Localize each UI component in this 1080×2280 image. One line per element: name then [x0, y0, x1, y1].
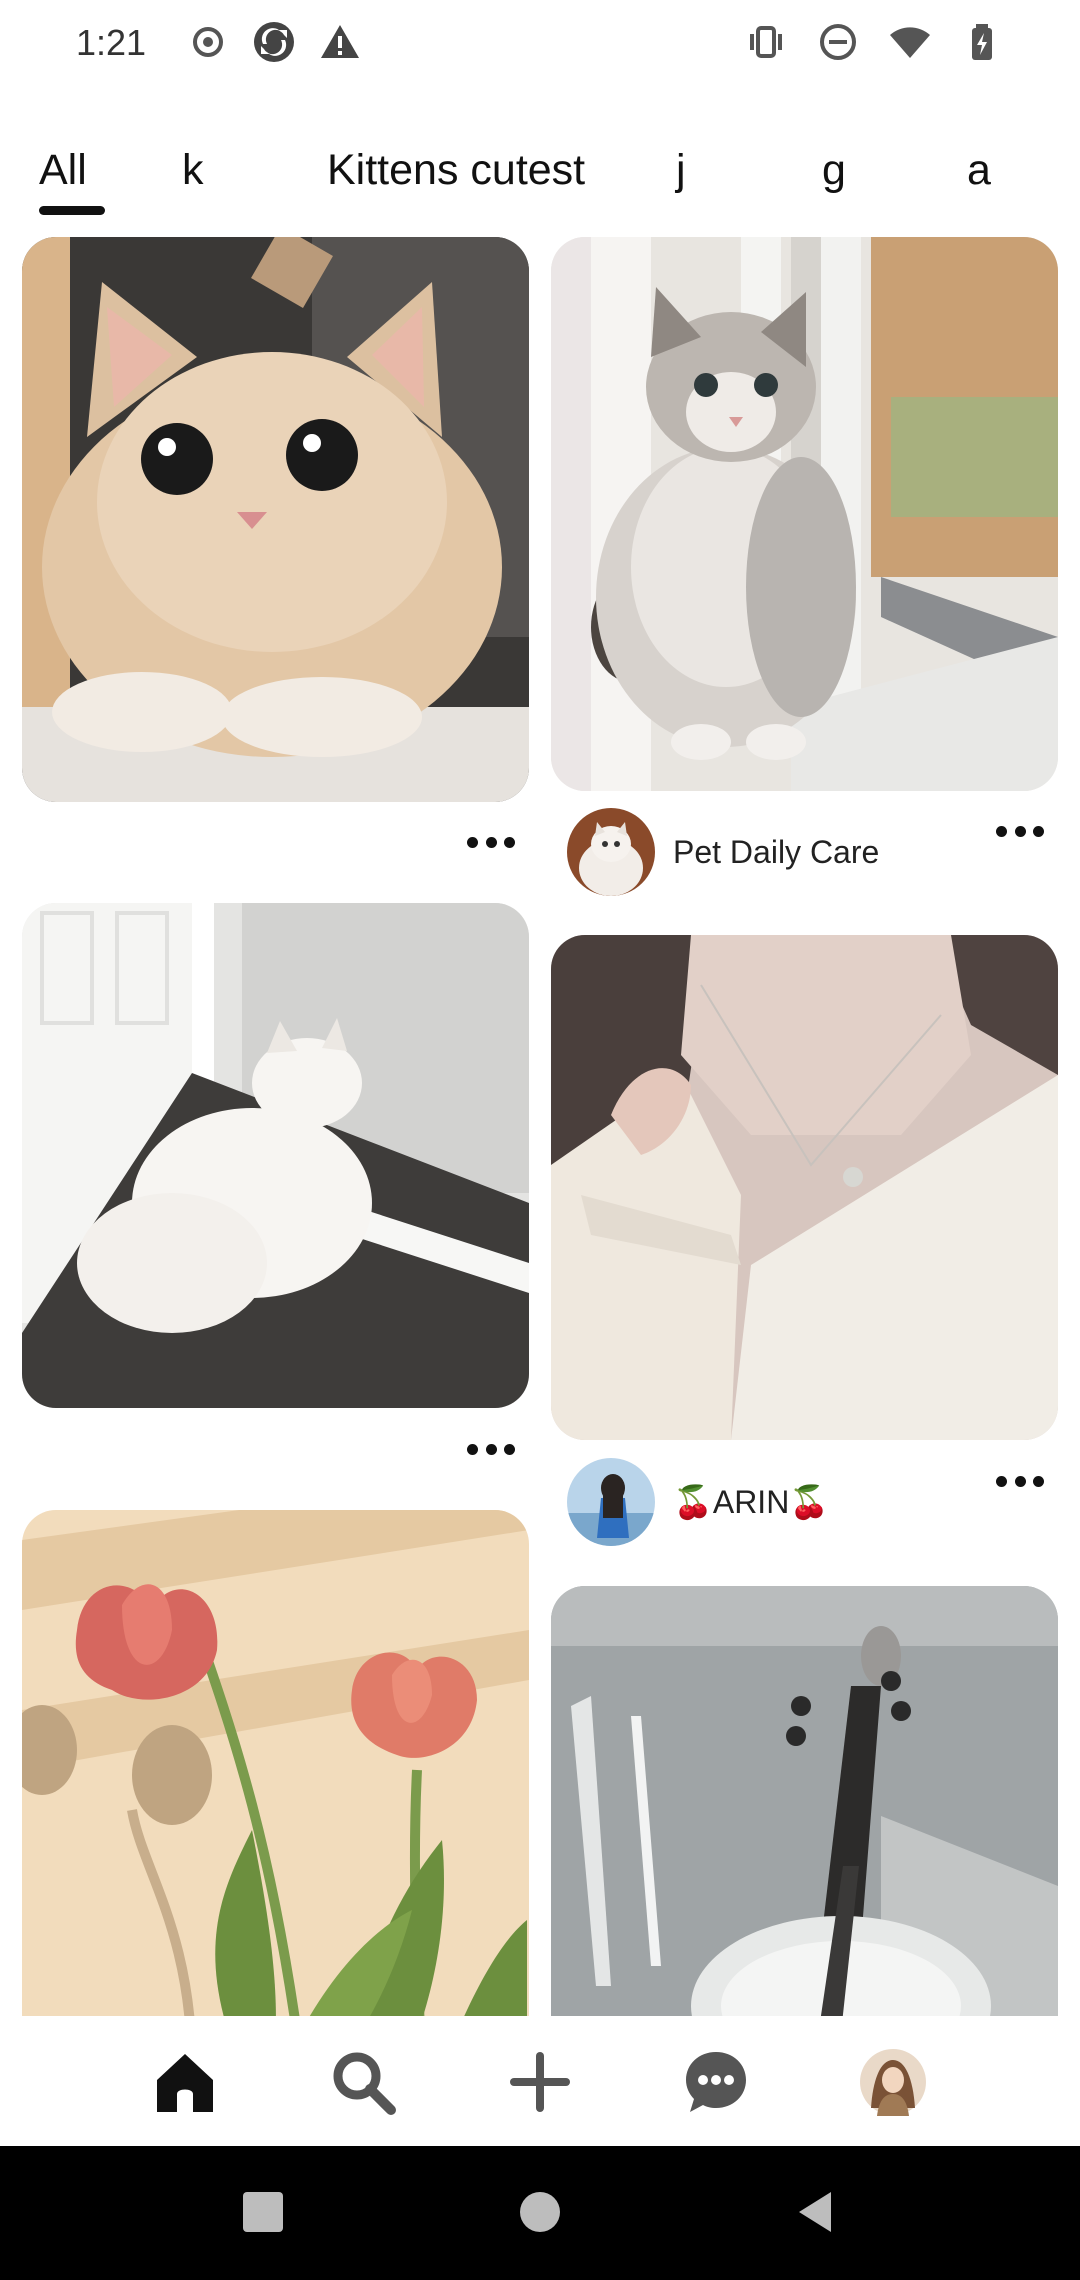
- kitten-image: [22, 237, 529, 802]
- pin-author[interactable]: 🍒ARIN🍒: [567, 1458, 829, 1546]
- author-name: 🍒ARIN🍒: [673, 1484, 830, 1520]
- nav-create[interactable]: [504, 2046, 576, 2118]
- author-name: Pet Daily Care: [673, 833, 880, 870]
- author-avatar[interactable]: [567, 1458, 655, 1546]
- nav-search[interactable]: [327, 2046, 399, 2118]
- more-options-icon[interactable]: [996, 823, 1044, 839]
- status-icons-left: [186, 20, 362, 64]
- tab-a[interactable]: a: [967, 146, 991, 195]
- back-icon: [799, 2192, 831, 2232]
- white-cat-image: [22, 903, 529, 1408]
- pin-image[interactable]: [551, 1586, 1058, 2016]
- author-avatar[interactable]: [567, 808, 655, 896]
- gray-cat-image: [551, 237, 1058, 791]
- recents-button[interactable]: [237, 2186, 289, 2238]
- violin-image: [551, 1586, 1058, 2016]
- pin-image[interactable]: [22, 903, 529, 1408]
- sync-icon: [254, 22, 294, 62]
- more-options-icon[interactable]: [467, 1441, 515, 1457]
- tulips-image: [22, 1510, 529, 2016]
- necklace-image: [551, 935, 1058, 1440]
- pin-image[interactable]: [551, 935, 1058, 1440]
- tab-all[interactable]: All: [39, 146, 87, 195]
- pin-image[interactable]: [22, 237, 529, 802]
- board-filter-tabs: All k Kittens cutest j g a: [0, 138, 1080, 218]
- wifi-icon: [890, 27, 930, 58]
- create-icon: [510, 2052, 570, 2112]
- do-not-disturb-icon: [820, 24, 856, 60]
- nav-profile[interactable]: [857, 2046, 929, 2118]
- vibrate-icon: [750, 26, 782, 58]
- more-options-icon[interactable]: [467, 834, 515, 850]
- search-icon: [333, 2052, 396, 2115]
- bottom-navigation: [0, 2016, 1080, 2146]
- status-icons-right: [744, 20, 1004, 64]
- warning-icon: [321, 25, 359, 58]
- nav-messages[interactable]: [680, 2046, 752, 2118]
- status-bar: 1:21: [0, 0, 1080, 90]
- tab-j[interactable]: j: [676, 146, 686, 195]
- pin-image[interactable]: [551, 237, 1058, 791]
- status-time: 1:21: [76, 22, 147, 63]
- active-tab-indicator: [39, 206, 105, 215]
- tab-kittens-cutest[interactable]: Kittens cutest: [327, 146, 585, 195]
- profile-avatar: [860, 2049, 926, 2116]
- pin-image[interactable]: [22, 1510, 529, 2016]
- pin-feed[interactable]: Pet Daily Care 🍒ARIN🍒: [0, 236, 1080, 2016]
- back-button[interactable]: [791, 2186, 843, 2238]
- recents-icon: [243, 2192, 283, 2232]
- system-navigation-bar: [0, 2146, 1080, 2280]
- home-circle-icon: [520, 2192, 560, 2232]
- record-icon: [193, 27, 223, 57]
- home-button[interactable]: [514, 2186, 566, 2238]
- pin-author[interactable]: Pet Daily Care: [567, 808, 879, 896]
- tab-k[interactable]: k: [182, 146, 204, 195]
- home-icon: [157, 2054, 213, 2112]
- battery-charging-icon: [972, 24, 992, 60]
- more-options-icon[interactable]: [996, 1473, 1044, 1489]
- messages-icon: [686, 2052, 746, 2112]
- tab-g[interactable]: g: [822, 146, 846, 195]
- nav-home[interactable]: [149, 2046, 221, 2118]
